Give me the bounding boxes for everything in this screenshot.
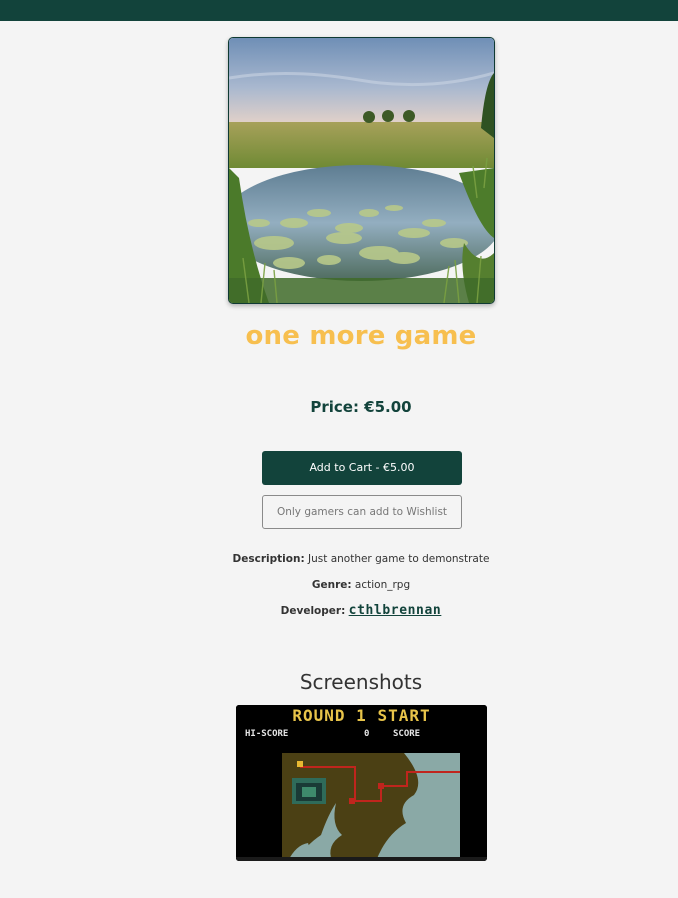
game-cover-image xyxy=(228,37,495,304)
screenshot-image[interactable]: ROUND 1 START HI-SCORE 0 SCORE xyxy=(236,705,487,861)
developer-label: Developer: xyxy=(280,605,346,617)
description-row: Description: Just another game to demons… xyxy=(0,551,678,567)
top-nav-bar xyxy=(0,0,678,21)
description-value: Just another game to demonstrate xyxy=(308,553,490,565)
screenshots-heading: Screenshots xyxy=(299,670,423,694)
game-title: one more game xyxy=(245,321,477,351)
genre-label: Genre: xyxy=(311,579,352,591)
screenshot-hiscore-value: 0 xyxy=(364,729,370,739)
screenshot-hiscore-label: HI-SCORE xyxy=(245,729,289,739)
screenshot-round-text: ROUND 1 START xyxy=(292,706,431,725)
genre-row: Genre: action_rpg xyxy=(0,577,678,593)
game-price: Price: €5.00 xyxy=(310,398,412,416)
wishlist-button[interactable]: Only gamers can add to Wishlist xyxy=(262,495,462,529)
developer-link[interactable]: cthlbrennan xyxy=(349,603,442,618)
description-label: Description: xyxy=(232,553,305,565)
screenshot-score-label: SCORE xyxy=(393,729,421,739)
developer-row: Developer: cthlbrennan xyxy=(0,603,678,619)
add-to-cart-button[interactable]: Add to Cart - €5.00 xyxy=(262,451,462,485)
genre-value: action_rpg xyxy=(354,579,411,591)
